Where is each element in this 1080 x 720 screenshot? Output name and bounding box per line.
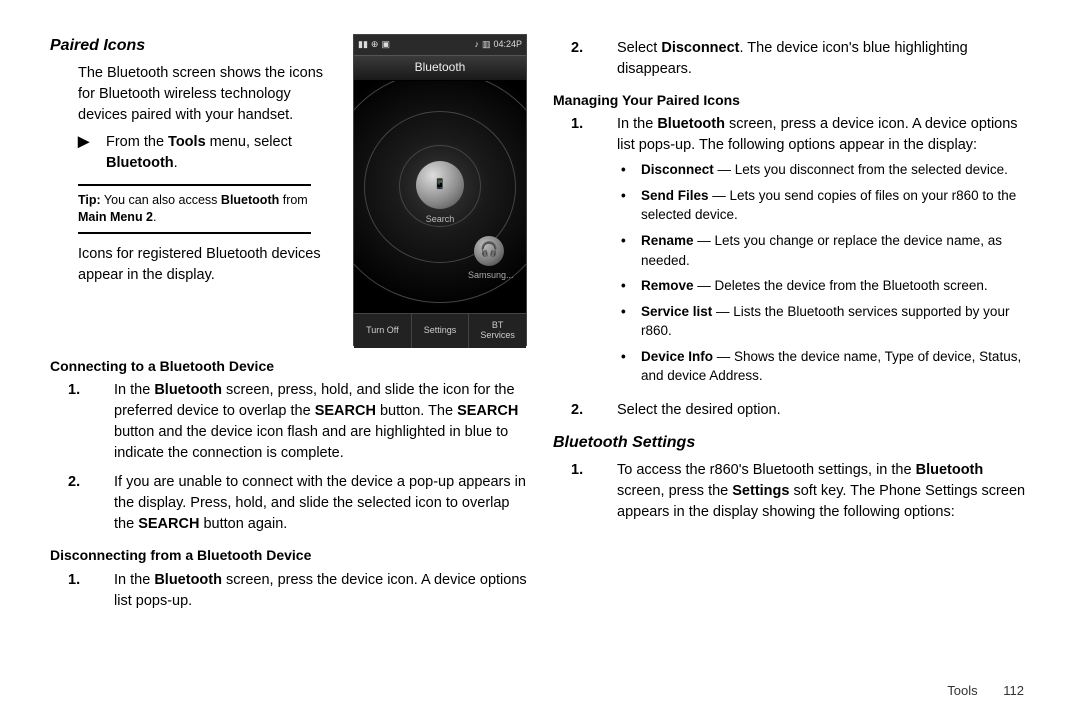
list-item: 1. In the Bluetooth screen, press, hold,…: [50, 380, 527, 464]
list-item: 1. To access the r860's Bluetooth settin…: [553, 460, 1030, 523]
clock-text: 04:24P: [493, 38, 522, 51]
right-column: 2. Select Disconnect. The device icon's …: [553, 34, 1030, 630]
heading-managing: Managing Your Paired Icons: [553, 90, 1030, 110]
left-column: Paired Icons The Bluetooth screen shows …: [50, 34, 527, 630]
paired-device-icon: 🎧: [474, 236, 504, 266]
list-item: 2. Select the desired option.: [553, 400, 1030, 421]
battery-icon: ▥: [482, 38, 491, 51]
menu-step: ▶ From the Tools menu, select Bluetooth.: [78, 132, 339, 174]
heading-bluetooth-settings: Bluetooth Settings: [553, 431, 1030, 454]
list-item: 2. Select Disconnect. The device icon's …: [553, 38, 1030, 80]
softkey-bt-services: BT Services: [469, 314, 526, 348]
phone-radar-area: 📱 Search 🎧 Samsung...: [354, 81, 526, 313]
bt-status-icon: ⊕: [371, 38, 379, 51]
sound-icon: ♪: [474, 38, 479, 51]
phone-title: Bluetooth: [354, 55, 526, 81]
heading-paired-icons: Paired Icons: [50, 34, 339, 57]
disconnecting-steps: 1. In the Bluetooth screen, press the de…: [50, 570, 527, 612]
phone-statusbar: ▮▮⊕▣ ♪▥04:24P: [354, 35, 526, 55]
connecting-steps: 1. In the Bluetooth screen, press, hold,…: [50, 380, 527, 535]
tip-box: Tip: You can also access Bluetooth from …: [78, 184, 311, 234]
phone-screenshot: ▮▮⊕▣ ♪▥04:24P Bluetooth 📱 Search 🎧 Samsu…: [353, 34, 527, 346]
arrow-icon: ▶: [78, 132, 106, 174]
registered-text: Icons for registered Bluetooth devices a…: [78, 244, 339, 286]
manual-page: Paired Icons The Bluetooth screen shows …: [0, 0, 1080, 640]
footer-section: Tools: [947, 683, 977, 698]
signal-icon: ▮▮: [358, 38, 368, 51]
paired-intro: The Bluetooth screen shows the icons for…: [78, 63, 339, 126]
search-device-icon: 📱: [416, 161, 464, 209]
paired-device-label: Samsung...: [468, 269, 514, 282]
list-item: 2. If you are unable to connect with the…: [50, 472, 527, 535]
phone-softkeys: Turn Off Settings BT Services: [354, 313, 526, 348]
options-list: Disconnect — Lets you disconnect from th…: [617, 160, 1030, 386]
list-item: 1. In the Bluetooth screen, press the de…: [50, 570, 527, 612]
footer-page-number: 112: [1003, 683, 1024, 698]
heading-disconnecting: Disconnecting from a Bluetooth Device: [50, 545, 527, 565]
page-footer: Tools 112: [947, 683, 1024, 698]
search-label: Search: [426, 213, 455, 226]
softkey-settings: Settings: [412, 314, 470, 348]
softkey-turn-off: Turn Off: [354, 314, 412, 348]
heading-connecting: Connecting to a Bluetooth Device: [50, 356, 527, 376]
managing-steps: 1. In the Bluetooth screen, press a devi…: [553, 114, 1030, 421]
disconnect-continue: 2. Select Disconnect. The device icon's …: [553, 38, 1030, 80]
list-item: 1. In the Bluetooth screen, press a devi…: [553, 114, 1030, 392]
alarm-icon: ▣: [381, 38, 390, 51]
settings-steps: 1. To access the r860's Bluetooth settin…: [553, 460, 1030, 523]
